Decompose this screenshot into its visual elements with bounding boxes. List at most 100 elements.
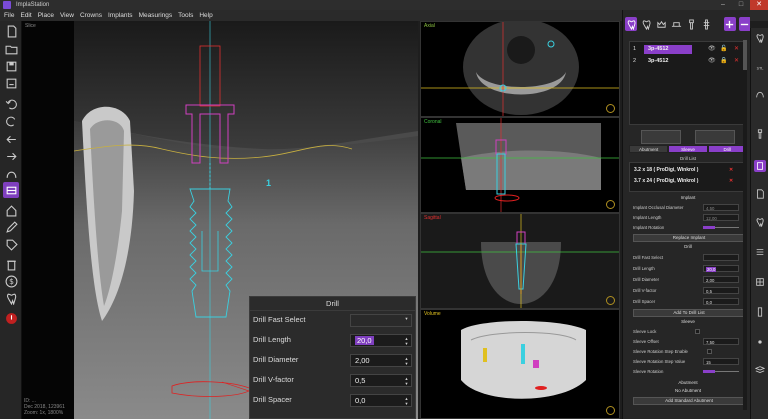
rp-drill-length-input[interactable]: 20,0 xyxy=(703,265,739,272)
delete-x-icon[interactable]: ✕ xyxy=(734,56,739,67)
alert-icon[interactable] xyxy=(3,310,19,326)
drill-diameter-input[interactable]: 2,00 ▲ ▼ xyxy=(350,354,412,367)
tab-sleeve[interactable]: Sleeve xyxy=(668,145,708,153)
orientation-icon[interactable] xyxy=(606,104,615,113)
drill-image-button[interactable] xyxy=(695,130,735,144)
spinner-icon[interactable]: ▲ ▼ xyxy=(403,356,410,366)
menu-tools[interactable]: Tools xyxy=(178,10,193,21)
delete-icon[interactable] xyxy=(3,256,19,272)
close-button[interactable]: ✕ xyxy=(750,0,768,10)
save-as-icon[interactable] xyxy=(3,75,19,91)
axial-view[interactable]: Axial xyxy=(420,21,620,117)
menu-crowns[interactable]: Crowns xyxy=(80,10,102,21)
spinner-icon[interactable]: ▲ ▼ xyxy=(403,376,410,386)
menu-implants[interactable]: Implants xyxy=(108,10,133,21)
menu-view[interactable]: View xyxy=(60,10,74,21)
sleeve-offset-input[interactable]: 7,50 xyxy=(703,338,739,345)
menu-place[interactable]: Place xyxy=(38,10,54,21)
tooth-icon[interactable] xyxy=(3,290,19,306)
arch-icon[interactable] xyxy=(754,88,766,100)
drill-list-item[interactable]: 3.2 x 18 ( ProDigi, Winkrol ) ✕ xyxy=(634,167,733,173)
rp-drill-spacer-input[interactable]: 0,0 xyxy=(703,298,739,305)
rp-drill-fast-select-dropdown[interactable] xyxy=(703,254,739,261)
bridge-icon[interactable] xyxy=(670,17,682,31)
menu-help[interactable]: Help xyxy=(199,10,212,21)
right-panel-scrollbar[interactable] xyxy=(743,40,747,410)
maximize-button[interactable]: □ xyxy=(732,0,750,10)
rp-drill-diameter-input[interactable]: 2,00 xyxy=(703,276,739,283)
layers-icon[interactable] xyxy=(754,364,766,376)
sleeve-rotation-step-checkbox[interactable] xyxy=(707,349,712,354)
delete-x-icon[interactable]: ✕ xyxy=(729,178,733,184)
menu-edit[interactable]: Edit xyxy=(20,10,31,21)
dollar-icon[interactable]: $ xyxy=(3,273,19,289)
stl-icon[interactable]: STL xyxy=(754,62,766,74)
undo-icon[interactable] xyxy=(3,95,19,111)
slice-view-icon[interactable] xyxy=(3,182,19,198)
lock-icon[interactable]: 🔒 xyxy=(720,56,727,67)
menu-file[interactable]: File xyxy=(4,10,14,21)
implant-number-marker[interactable]: 1 xyxy=(266,178,271,188)
volume-view[interactable]: Volume xyxy=(420,309,620,419)
spinner-icon[interactable]: ▲ ▼ xyxy=(403,396,410,406)
spinner-icon[interactable]: ▲ ▼ xyxy=(403,336,410,346)
file-icon[interactable] xyxy=(754,188,766,200)
add-to-drill-list-button[interactable]: Add To Drill List xyxy=(633,309,745,317)
eye-icon[interactable]: 👁 xyxy=(708,56,716,67)
implant-row-2[interactable]: 2 3p-4512 👁 🔒 ✕ xyxy=(630,56,748,67)
delete-x-icon[interactable]: ✕ xyxy=(734,44,739,55)
tooth-outline-icon[interactable] xyxy=(754,216,766,228)
delete-x-icon[interactable]: ✕ xyxy=(729,167,733,173)
add-icon[interactable] xyxy=(723,17,736,31)
drill-list-item[interactable]: 3.7 x 24 ( ProDigi, Winkrol ) ✕ xyxy=(634,178,733,184)
lock-icon[interactable]: 🔓 xyxy=(720,44,727,55)
menu-measurings[interactable]: Measurings xyxy=(139,10,173,21)
tooth-view-icon[interactable] xyxy=(754,32,766,44)
pen-icon[interactable] xyxy=(3,219,19,235)
tooth-icon[interactable] xyxy=(640,17,652,31)
drill-length-input[interactable]: 20,0 ▲ ▼ xyxy=(350,334,412,347)
shelf-icon[interactable] xyxy=(754,246,766,258)
ruler-v-icon[interactable] xyxy=(754,306,766,318)
new-file-icon[interactable] xyxy=(3,23,19,39)
drill-spacer-input[interactable]: 0,0 ▲ ▼ xyxy=(350,394,412,407)
curve-icon[interactable] xyxy=(3,165,19,181)
arrow-left-icon[interactable] xyxy=(3,131,19,147)
drill-fast-select-dropdown[interactable]: ▼ xyxy=(350,314,412,327)
sleeve-lock-checkbox[interactable] xyxy=(695,329,700,334)
implant-icon[interactable] xyxy=(686,17,698,31)
implant-row-1[interactable]: 1 3p-4512 👁 🔓 ✕ xyxy=(630,44,748,55)
sagittal-view[interactable]: Sagittal xyxy=(420,213,620,309)
eye-icon[interactable]: 👁 xyxy=(708,44,716,55)
rp-drill-v-factor-input[interactable]: 0,5 xyxy=(703,287,739,294)
crown-icon[interactable] xyxy=(655,17,667,31)
save-icon[interactable] xyxy=(3,58,19,74)
orientation-icon[interactable] xyxy=(606,200,615,209)
implant-icon[interactable] xyxy=(754,128,766,140)
sleeve-rotation-step-value-input[interactable]: 15 xyxy=(703,358,739,365)
sleeve-rotation-slider[interactable] xyxy=(703,370,739,373)
open-file-icon[interactable] xyxy=(3,41,19,57)
orientation-icon[interactable] xyxy=(606,296,615,305)
house-icon[interactable] xyxy=(3,202,19,218)
coronal-view[interactable]: Coronal xyxy=(420,117,620,213)
dot-icon[interactable] xyxy=(754,336,766,348)
tag-icon[interactable] xyxy=(3,236,19,252)
tab-drill[interactable]: Drill xyxy=(707,145,747,153)
tab-abutment[interactable]: Abutment xyxy=(629,145,669,153)
sleeve-image-button[interactable] xyxy=(641,130,681,144)
replace-implant-button[interactable]: Replace Implant xyxy=(633,234,745,242)
implant-occlusal-diameter-input[interactable]: 4,50 xyxy=(703,204,739,211)
screw-icon[interactable] xyxy=(701,17,713,31)
remove-icon[interactable] xyxy=(738,17,750,31)
arrow-right-icon[interactable] xyxy=(3,148,19,164)
minimize-button[interactable]: – xyxy=(714,0,732,10)
implant-length-input[interactable]: 12,00 xyxy=(703,214,739,221)
add-standard-abutment-button[interactable]: Add Standard Abutment xyxy=(633,397,745,405)
skull-icon[interactable] xyxy=(754,160,766,172)
redo-icon[interactable] xyxy=(3,112,19,128)
drill-v-factor-input[interactable]: 0,5 ▲ ▼ xyxy=(350,374,412,387)
tooth-add-icon[interactable] xyxy=(625,17,638,31)
implant-rotation-slider[interactable] xyxy=(703,226,739,229)
orientation-icon[interactable] xyxy=(606,406,615,415)
